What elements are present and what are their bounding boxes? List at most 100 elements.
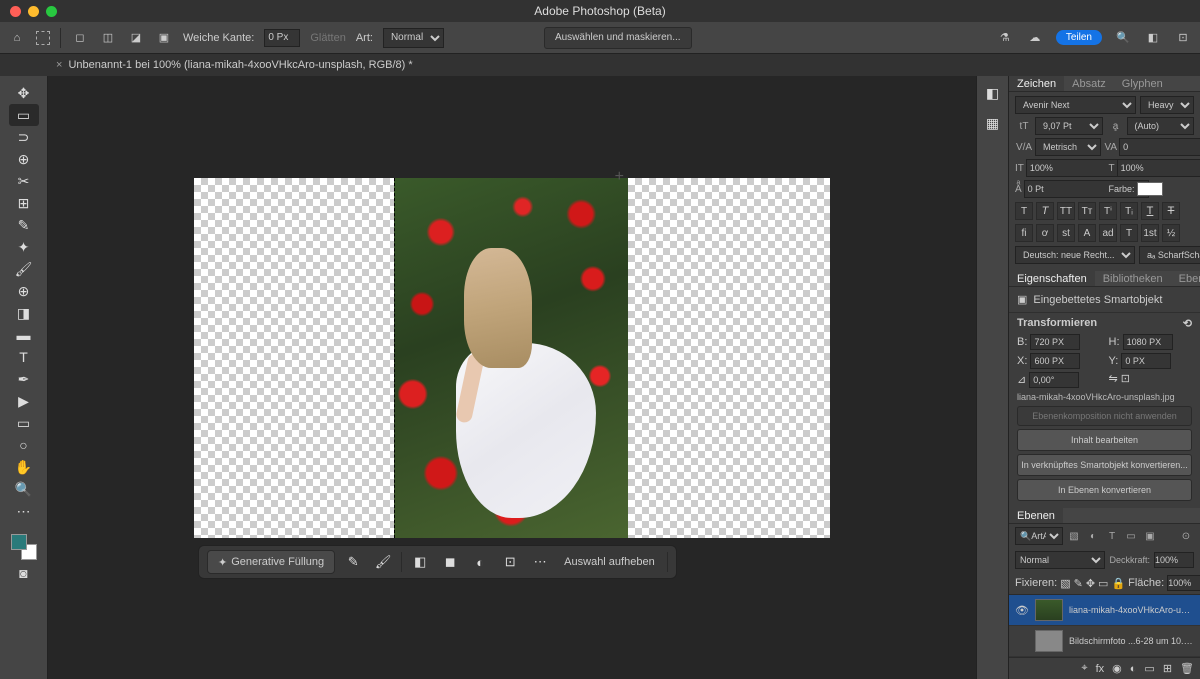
- crop-tool[interactable]: ✂: [9, 170, 39, 192]
- fx-icon[interactable]: fx: [1096, 663, 1105, 675]
- smart-object-image[interactable]: [394, 178, 628, 538]
- opacity-input[interactable]: [1154, 552, 1194, 568]
- italic-button[interactable]: T: [1036, 202, 1054, 220]
- search-icon[interactable]: 🔍: [1114, 29, 1132, 47]
- font-weight-select[interactable]: Heavy: [1140, 96, 1194, 114]
- height-input[interactable]: [1123, 334, 1173, 350]
- bold-button[interactable]: T: [1015, 202, 1033, 220]
- new-selection-icon[interactable]: ◻: [71, 29, 89, 47]
- share-button[interactable]: Teilen: [1056, 30, 1102, 45]
- ot-button-7[interactable]: 1st: [1141, 224, 1159, 242]
- color-swatches[interactable]: [9, 532, 39, 562]
- home-icon[interactable]: ⌂: [8, 29, 26, 47]
- lock-pixels-icon[interactable]: ✎: [1074, 577, 1083, 590]
- text-color-swatch[interactable]: [1137, 182, 1163, 196]
- ot-button-4[interactable]: A: [1078, 224, 1096, 242]
- pen-tool[interactable]: ✒: [9, 368, 39, 390]
- tab-character[interactable]: Zeichen: [1009, 76, 1064, 91]
- modify-icon[interactable]: ◧: [408, 550, 432, 574]
- cloud-icon[interactable]: ☁: [1026, 29, 1044, 47]
- smallcaps-button[interactable]: Tᴛ: [1078, 202, 1096, 220]
- lasso-tool[interactable]: ⊃: [9, 126, 39, 148]
- tab-paragraph[interactable]: Absatz: [1064, 76, 1114, 91]
- layer-name[interactable]: liana-mikah-4xooVHkcAro-unsplash: [1069, 605, 1194, 615]
- filter-pixel-icon[interactable]: ▧: [1066, 528, 1082, 544]
- layer-thumbnail[interactable]: [1035, 599, 1063, 621]
- mask-icon[interactable]: ◉: [1112, 662, 1122, 675]
- layer-row[interactable]: Bildschirmfoto ...6-28 um 10.27.10: [1009, 626, 1200, 657]
- flip-icons[interactable]: ⇋ ⊡: [1109, 372, 1193, 388]
- minimize-window-button[interactable]: [28, 6, 39, 17]
- eyedropper-tool[interactable]: ✎: [9, 214, 39, 236]
- ot-button-8[interactable]: ½: [1162, 224, 1180, 242]
- tab-properties[interactable]: Eigenschaften: [1009, 271, 1095, 286]
- type-tool[interactable]: T: [9, 346, 39, 368]
- maximize-window-button[interactable]: [46, 6, 57, 17]
- delete-layer-icon[interactable]: 🗑: [1180, 662, 1194, 675]
- kerning-select[interactable]: Metrisch: [1035, 138, 1101, 156]
- close-window-button[interactable]: [10, 6, 21, 17]
- style-select[interactable]: Normal: [383, 28, 444, 48]
- lock-position-icon[interactable]: ✥: [1086, 577, 1095, 590]
- ot-button-5[interactable]: ad: [1099, 224, 1117, 242]
- allcaps-button[interactable]: TT: [1057, 202, 1075, 220]
- convert-linked-button[interactable]: In verknüpftes Smartobjekt konvertieren.…: [1017, 454, 1192, 476]
- subscript-button[interactable]: Tᵢ: [1120, 202, 1138, 220]
- add-selection-icon[interactable]: ◫: [99, 29, 117, 47]
- subtract-selection-icon[interactable]: ◪: [127, 29, 145, 47]
- more-tools[interactable]: ⋯: [9, 500, 39, 522]
- brush-tool[interactable]: 🖌: [9, 258, 39, 280]
- width-input[interactable]: [1030, 334, 1080, 350]
- layer-row[interactable]: 👁 liana-mikah-4xooVHkcAro-unsplash: [1009, 595, 1200, 626]
- angle-input[interactable]: [1029, 372, 1079, 388]
- lock-icon[interactable]: 🔒: [1111, 577, 1125, 590]
- link-layers-icon[interactable]: ⌖: [1081, 662, 1087, 675]
- fill-input[interactable]: [1167, 575, 1200, 591]
- edit-icon[interactable]: ✎: [341, 550, 365, 574]
- visibility-toggle[interactable]: 👁: [1015, 604, 1029, 617]
- rectangle-tool[interactable]: ▭: [9, 412, 39, 434]
- quickmask-toggle[interactable]: ◙: [9, 562, 39, 584]
- hand-tool[interactable]: ✋: [9, 456, 39, 478]
- move-tool[interactable]: ✥: [9, 82, 39, 104]
- layer-name[interactable]: Bildschirmfoto ...6-28 um 10.27.10: [1069, 636, 1194, 646]
- color-panel-icon[interactable]: ◧: [978, 82, 1008, 104]
- close-tab-icon[interactable]: ×: [56, 59, 62, 71]
- edit-contents-button[interactable]: Inhalt bearbeiten: [1017, 429, 1192, 451]
- tab-layers[interactable]: Ebenen: [1009, 508, 1063, 523]
- superscript-button[interactable]: Tⁱ: [1099, 202, 1117, 220]
- filter-type-icon[interactable]: T: [1104, 528, 1120, 544]
- y-input[interactable]: [1121, 353, 1171, 369]
- document-tab[interactable]: Unbenannt-1 bei 100% (liana-mikah-4xooVH…: [68, 59, 412, 71]
- canvas-area[interactable]: + ✦Generative Füllung ✎ 🖌 ◧ ◼ ◐ ⊡ ⋯ Ausw…: [48, 76, 976, 679]
- ellipse-tool[interactable]: ○: [9, 434, 39, 456]
- path-select-tool[interactable]: ▶: [9, 390, 39, 412]
- lock-artboard-icon[interactable]: ▭: [1098, 577, 1108, 590]
- deselect-button[interactable]: Auswahl aufheben: [564, 556, 655, 568]
- font-family-select[interactable]: Avenir Next: [1015, 96, 1136, 114]
- quick-select-tool[interactable]: ⊕: [9, 148, 39, 170]
- font-size-input[interactable]: 9,07 Pt: [1035, 117, 1103, 135]
- adjustment-icon[interactable]: ◐: [1130, 663, 1137, 675]
- strike-button[interactable]: T: [1162, 202, 1180, 220]
- ot-button-3[interactable]: st: [1057, 224, 1075, 242]
- underline-button[interactable]: T: [1141, 202, 1159, 220]
- ot-button-6[interactable]: T: [1120, 224, 1138, 242]
- fill-icon[interactable]: ◼: [438, 550, 462, 574]
- tab-layercomps[interactable]: Ebenenkomp.: [1171, 271, 1200, 286]
- layer-thumbnail[interactable]: [1035, 630, 1063, 652]
- beaker-icon[interactable]: ⚗: [996, 29, 1014, 47]
- tab-libraries[interactable]: Bibliotheken: [1095, 271, 1171, 286]
- help-icon[interactable]: ⊡: [1174, 29, 1192, 47]
- filter-toggle-icon[interactable]: ⊙: [1178, 528, 1194, 544]
- eraser-tool[interactable]: ◨: [9, 302, 39, 324]
- gradient-tool[interactable]: ▬: [9, 324, 39, 346]
- leading-input[interactable]: (Auto): [1127, 117, 1195, 135]
- more-icon[interactable]: ⋯: [528, 550, 552, 574]
- intersect-selection-icon[interactable]: ▣: [155, 29, 173, 47]
- antialias-select[interactable]: aₐ ScharfScharf: [1139, 246, 1200, 264]
- ot-button-2[interactable]: ơ: [1036, 224, 1054, 242]
- transform-icon[interactable]: ⊡: [498, 550, 522, 574]
- clone-tool[interactable]: ⊕: [9, 280, 39, 302]
- ligature-button[interactable]: fi: [1015, 224, 1033, 242]
